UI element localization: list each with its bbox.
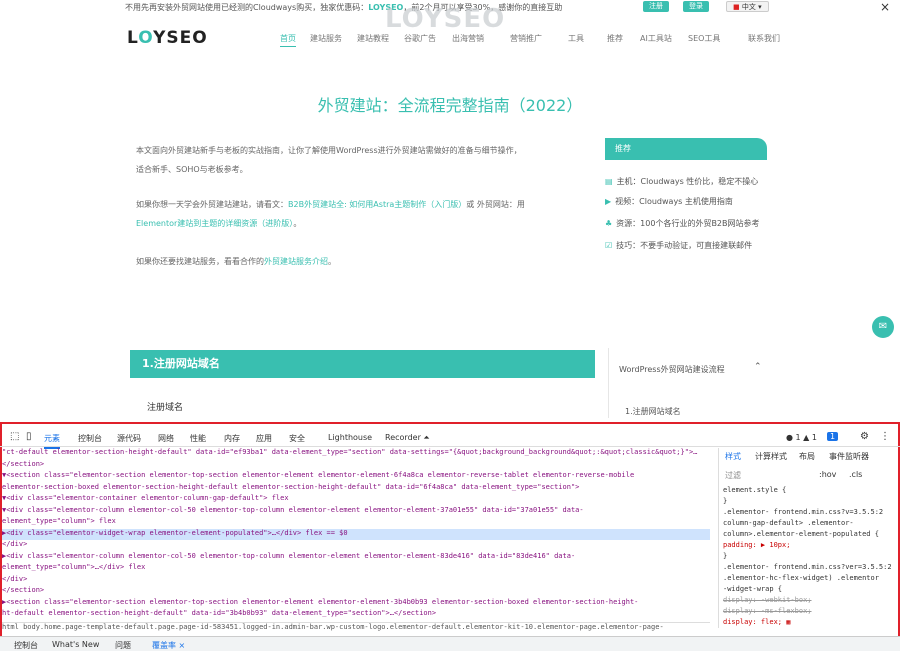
page-title: 外贸建站：全流程完整指南（2022）: [317, 96, 583, 115]
dom-line[interactable]: </div>: [2, 540, 710, 552]
dom-line[interactable]: </section>: [2, 586, 710, 598]
service-paragraph: 如果你还要找建站服务，看看合作的外贸建站服务介绍。: [136, 257, 336, 266]
tab-layout[interactable]: 布局: [799, 451, 815, 462]
nav-tutorial[interactable]: 建站教程: [357, 33, 389, 44]
tip-hosting[interactable]: ▤ 主机：Cloudways 性价比，稳定不操心: [605, 176, 758, 187]
tab-memory[interactable]: 内存: [224, 433, 240, 444]
tip-email[interactable]: ☑ 技巧：不要手动验证，可直接建联邮件: [605, 240, 752, 251]
drawer-tab-coverage[interactable]: 覆盖率 ×: [152, 640, 185, 651]
dom-line[interactable]: elementor-section-boxed elementor-sectio…: [2, 483, 710, 495]
devtools-drawer: 控制台 What's New 问题 覆盖率 ×: [0, 636, 900, 651]
dom-line[interactable]: ▼<div class="elementor-container element…: [2, 494, 710, 506]
tab-styles[interactable]: 样式: [725, 451, 741, 462]
nav-promotion[interactable]: 营销推广: [510, 33, 542, 44]
tab-console[interactable]: 控制台: [78, 433, 102, 444]
styles-panel: 样式 计算样式 布局 事件监听器 过滤 :hov .cls element.st…: [718, 448, 898, 628]
table-of-contents: WordPress外贸网站建设流程 ⌃ 1.注册网站域名: [608, 348, 768, 418]
tab-computed[interactable]: 计算样式: [755, 451, 787, 462]
tab-security[interactable]: 安全: [289, 433, 305, 444]
watermark: LOYSEO: [385, 4, 506, 34]
tab-recorder[interactable]: Recorder ⏶: [385, 433, 430, 443]
tab-elements[interactable]: 元素: [44, 433, 60, 449]
login-button[interactable]: 登录: [683, 1, 709, 12]
tab-network[interactable]: 网络: [158, 433, 174, 444]
nav-google-ads[interactable]: 谷歌广告: [404, 33, 436, 44]
tip-resources[interactable]: ♣ 资源：100个各行业的外贸B2B网站参考: [605, 218, 760, 229]
dom-line[interactable]: </div>: [2, 575, 710, 587]
video-icon: ▶: [605, 197, 612, 206]
drawer-tab-console[interactable]: 控制台: [14, 640, 38, 651]
intro-paragraph: 本文面向外贸建站新手与老板的实战指南，让你了解使用WordPress进行外贸建站…: [136, 146, 522, 174]
dom-line[interactable]: element_type="column"> flex: [2, 517, 710, 529]
dom-line[interactable]: element_type="column">…</div> flex: [2, 563, 710, 575]
nav-tools[interactable]: 工具: [568, 33, 584, 44]
toc-item[interactable]: 1.注册网站域名: [625, 406, 681, 417]
flag-icon: ■: [733, 3, 740, 11]
astra-tutorial-link[interactable]: B2B外贸建站全: 如何用Astra主题制作（入门版）: [288, 200, 466, 209]
styles-filter-input[interactable]: 过滤: [725, 470, 741, 481]
dom-line[interactable]: ht-default elementor-section-height-defa…: [2, 609, 710, 621]
nav-build-service[interactable]: 建站服务: [310, 33, 342, 44]
nav-home[interactable]: 首页: [280, 33, 296, 47]
more-icon[interactable]: ⋮: [880, 431, 890, 442]
nav-contact[interactable]: 联系我们: [748, 33, 780, 44]
dom-line[interactable]: ▶<section class="elementor-section eleme…: [2, 598, 710, 610]
tab-event-listeners[interactable]: 事件监听器: [829, 451, 869, 462]
error-warning-counts[interactable]: ● 1 ▲ 1: [786, 433, 817, 442]
dom-line-selected[interactable]: ▶<div class="elementor-widget-wrap eleme…: [2, 528, 710, 540]
tab-performance[interactable]: 性能: [190, 433, 206, 444]
nav-marketing[interactable]: 出海营销: [452, 33, 484, 44]
nav-ai-tools[interactable]: AI工具站: [640, 33, 672, 44]
hov-toggle[interactable]: :hov: [819, 470, 836, 479]
dom-line[interactable]: ▼<div class="elementor-column elementor-…: [2, 506, 710, 518]
toc-title: WordPress外贸网站建设流程: [619, 365, 725, 374]
chevron-up-icon[interactable]: ⌃: [754, 362, 762, 372]
language-select[interactable]: ■ 中文 ▾: [726, 1, 769, 12]
settings-icon[interactable]: ⚙: [860, 431, 869, 442]
device-icon[interactable]: ▯: [26, 431, 32, 442]
dom-line[interactable]: ▶<div class="elementor-column elementor-…: [2, 552, 710, 564]
section-heading: 1.注册网站域名: [130, 350, 595, 378]
chat-icon[interactable]: ✉: [872, 316, 894, 338]
styles-tabbar: 样式 计算样式 布局 事件监听器: [719, 448, 898, 462]
drawer-tab-issues[interactable]: 问题: [115, 640, 131, 651]
drawer-tab-whats-new[interactable]: What's New: [52, 640, 99, 649]
tip-video[interactable]: ▶ 视频：Cloudways 主机使用指南: [605, 196, 733, 207]
site-logo[interactable]: LOYSEO: [127, 28, 208, 48]
dom-line[interactable]: "ct-default elementor-section-height-def…: [2, 448, 710, 460]
elements-tree[interactable]: "ct-default elementor-section-height-def…: [2, 448, 710, 622]
inspect-icon[interactable]: ⬚: [10, 431, 19, 442]
tab-lighthouse[interactable]: Lighthouse: [328, 433, 372, 442]
tutorial-paragraph: 如果你想一天学会外贸建站建站，请看文：B2B外贸建站全: 如何用Astra主题制…: [136, 200, 525, 228]
elementor-tutorial-link[interactable]: Elementor建站到主题的详细资源（进阶版）: [136, 219, 293, 228]
close-icon[interactable]: ×: [880, 0, 890, 14]
server-icon: ▤: [605, 177, 613, 186]
tab-sources[interactable]: 源代码: [117, 433, 141, 444]
issues-badge[interactable]: 1: [827, 432, 839, 441]
style-rules[interactable]: element.style { } .elementor- frontend.m…: [723, 486, 898, 628]
dom-line[interactable]: ▼<section class="elementor-section eleme…: [2, 471, 710, 483]
subheading: 注册域名: [147, 403, 184, 413]
dom-line[interactable]: </section>: [2, 460, 710, 472]
recommend-card-header: 推荐: [605, 138, 767, 160]
devtools-tabbar: ⬚ ▯ 元素 控制台 源代码 网络 性能 内存 应用 安全 Lighthouse…: [0, 427, 900, 449]
register-button[interactable]: 注册: [643, 1, 669, 12]
cls-toggle[interactable]: .cls: [849, 470, 862, 479]
nav-seo-tools[interactable]: SEO工具: [688, 33, 720, 44]
tab-application[interactable]: 应用: [256, 433, 272, 444]
dom-breadcrumb[interactable]: html body.home.page-template-default.pag…: [2, 622, 710, 634]
service-link[interactable]: 外贸建站服务介绍: [264, 257, 328, 266]
sitemap-icon: ♣: [605, 219, 613, 228]
nav-recommend[interactable]: 推荐: [607, 33, 623, 44]
check-icon: ☑: [605, 241, 613, 250]
